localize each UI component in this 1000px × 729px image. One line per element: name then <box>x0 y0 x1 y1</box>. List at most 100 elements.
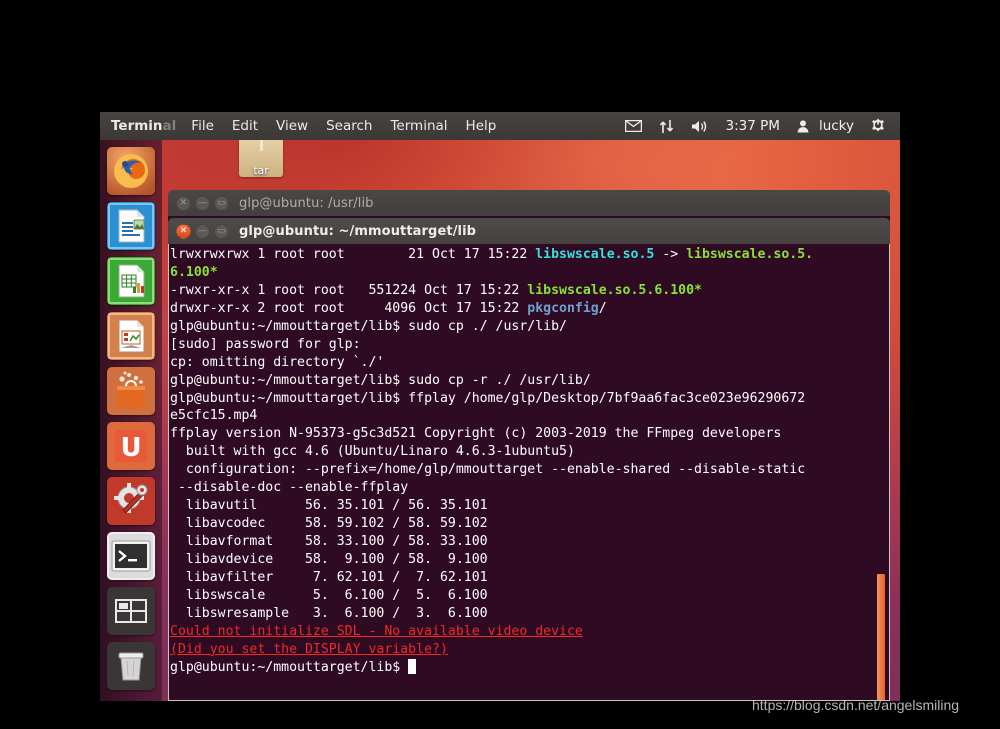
maximize-icon[interactable]: ▭ <box>214 223 229 239</box>
terminal-text-segment: libswscale 5. 6.100 / 5. 6.100 <box>170 587 488 603</box>
terminal-text-segment: (Did you set the DISPLAY variable?) <box>170 641 448 657</box>
terminal-text-segment: -rwxr-xr-x 1 root root 551224 Oct 17 15:… <box>170 282 528 298</box>
scrollbar-thumb[interactable] <box>877 574 885 700</box>
terminal-text-segment: libavcodec 58. 59.102 / 58. 59.102 <box>170 516 488 532</box>
firefox-icon <box>107 147 155 195</box>
terminal-line: [sudo] password for glp: <box>170 336 813 354</box>
terminal-text-segment: libavdevice 58. 9.100 / 58. 9.100 <box>170 551 488 567</box>
launcher-item-firefox[interactable] <box>107 147 155 195</box>
launcher-item-libreoffice-calc[interactable] <box>107 257 155 305</box>
launcher-item-trash[interactable] <box>107 642 155 690</box>
volume-icon[interactable] <box>684 119 716 134</box>
terminal-text-segment: glp@ubuntu:~/mmouttarget/lib$ <box>170 659 409 675</box>
terminal-text-segment: libswscale.so.5 <box>535 247 655 262</box>
menu-view[interactable]: View <box>267 112 317 140</box>
terminal-line: libswresample 3. 6.100 / 3. 6.100 <box>170 605 813 623</box>
desktop-wallpaper[interactable]: tar ✕ — ▭ glp@ubuntu: /usr/lib ✕ — ▭ glp… <box>100 112 900 701</box>
terminal-text-segment: libswresample 3. 6.100 / 3. 6.100 <box>170 605 488 621</box>
terminal-text-segment: libswscale.so.5. <box>686 247 814 262</box>
terminal-text-segment: pkgconfig <box>527 300 599 316</box>
menu-search[interactable]: Search <box>317 112 381 140</box>
menu-help[interactable]: Help <box>457 112 506 140</box>
panel-menu-group: Termin al File Edit View Search Terminal … <box>100 112 505 140</box>
launcher-item-workspace-switcher[interactable] <box>107 587 155 635</box>
desktop-icon-tar-archive[interactable]: tar <box>230 137 292 177</box>
terminal-icon <box>107 532 155 580</box>
terminal-line: 6.100* <box>170 264 813 282</box>
launcher-item-ubuntu-one[interactable]: U <box>107 422 155 470</box>
workspace-switcher-icon <box>107 587 155 635</box>
mail-icon[interactable] <box>618 120 649 132</box>
launcher-item-terminal[interactable] <box>107 532 155 580</box>
terminal-line: configuration: --prefix=/home/glp/mmoutt… <box>170 461 813 479</box>
unity-launcher[interactable]: U <box>100 140 162 701</box>
window-buttons-background: ✕ — ▭ <box>176 195 229 211</box>
panel-indicators: 3:37 PM lucky <box>618 118 900 134</box>
titlebar-foreground-window[interactable]: ✕ — ▭ glp@ubuntu: ~/mmouttarget/lib <box>168 218 890 244</box>
user-name[interactable]: lucky <box>819 118 860 134</box>
terminal-line: libavformat 58. 33.100 / 58. 33.100 <box>170 533 813 551</box>
panel-app-name-faded: al <box>162 118 177 134</box>
menu-terminal[interactable]: Terminal <box>381 112 456 140</box>
trash-icon <box>107 642 155 690</box>
terminal-line: libavfilter 7. 62.101 / 7. 62.101 <box>170 569 813 587</box>
terminal-line: libavdevice 58. 9.100 / 58. 9.100 <box>170 551 813 569</box>
terminal-output-text: lrwxrwxrwx 1 root root 21 Oct 17 15:22 l… <box>170 246 813 677</box>
window-title-foreground: glp@ubuntu: ~/mmouttarget/lib <box>239 223 477 239</box>
launcher-item-libreoffice-writer[interactable] <box>107 202 155 250</box>
panel-app-name[interactable]: Termin al <box>100 112 182 140</box>
terminal-content-area[interactable]: lrwxrwxrwx 1 root root 21 Oct 17 15:22 l… <box>168 244 890 701</box>
minimize-icon[interactable]: — <box>195 195 210 211</box>
launcher-item-libreoffice-impress[interactable] <box>107 312 155 360</box>
terminal-line: lrwxrwxrwx 1 root root 21 Oct 17 15:22 l… <box>170 246 813 264</box>
close-icon[interactable]: ✕ <box>176 223 191 239</box>
terminal-cursor <box>408 658 417 674</box>
top-panel[interactable]: Termin al File Edit View Search Terminal … <box>100 112 900 140</box>
close-icon[interactable]: ✕ <box>176 195 191 211</box>
terminal-text-segment: built with gcc 4.6 (Ubuntu/Linaro 4.6.3-… <box>170 444 575 460</box>
panel-app-name-text: Termin <box>111 118 163 134</box>
terminal-line: glp@ubuntu:~/mmouttarget/lib$ <box>170 658 813 677</box>
maximize-icon[interactable]: ▭ <box>214 195 229 211</box>
terminal-text-segment: configuration: --prefix=/home/glp/mmoutt… <box>170 462 806 478</box>
terminal-text-segment: libavutil 56. 35.101 / 56. 35.101 <box>170 498 488 514</box>
gear-power-icon[interactable] <box>863 118 893 134</box>
ubuntu-one-icon: U <box>107 422 155 470</box>
terminal-text-segment: Could not initialize SDL - No available … <box>170 623 583 639</box>
terminal-text-segment: libswscale.so.5.6.100* <box>527 282 702 298</box>
network-up-down-icon[interactable] <box>652 119 681 134</box>
titlebar-background-window[interactable]: ✕ — ▭ glp@ubuntu: /usr/lib <box>168 190 890 216</box>
terminal-line: glp@ubuntu:~/mmouttarget/lib$ sudo cp -r… <box>170 372 813 390</box>
screen: tar ✕ — ▭ glp@ubuntu: /usr/lib ✕ — ▭ glp… <box>0 0 1000 729</box>
terminal-line: ffplay version N-95373-g5c3d521 Copyrigh… <box>170 425 813 443</box>
minimize-icon[interactable]: — <box>195 223 210 239</box>
terminal-text-segment: / <box>598 300 607 316</box>
terminal-text-segment: libavformat 58. 33.100 / 58. 33.100 <box>170 534 488 549</box>
terminal-line: Could not initialize SDL - No available … <box>170 623 813 641</box>
terminal-text-segment: cp: omitting directory `./' <box>170 354 385 370</box>
terminal-text-segment: [sudo] password for glp: <box>170 336 361 352</box>
terminal-line: libswscale 5. 6.100 / 5. 6.100 <box>170 587 813 605</box>
terminal-text-segment: e5cfc15.mp4 <box>170 408 258 424</box>
clock[interactable]: 3:37 PM <box>719 118 787 134</box>
terminal-text-segment: glp@ubuntu:~/mmouttarget/lib$ sudo cp -r… <box>170 372 591 388</box>
svg-text:U: U <box>120 433 141 463</box>
user-account-icon[interactable] <box>790 119 816 133</box>
terminal-text-segment: 6.100* <box>170 264 218 280</box>
terminal-scrollbar[interactable] <box>875 245 888 700</box>
terminal-line: (Did you set the DISPLAY variable?) <box>170 641 813 659</box>
launcher-item-system-settings[interactable] <box>107 477 155 525</box>
terminal-line: drwxr-xr-x 2 root root 4096 Oct 17 15:22… <box>170 300 813 318</box>
window-title-background: glp@ubuntu: /usr/lib <box>239 195 374 211</box>
launcher-item-ubuntu-software-center[interactable] <box>107 367 155 415</box>
terminal-text-segment: drwxr-xr-x 2 root root 4096 Oct 17 15:22 <box>170 300 528 316</box>
watermark: https://blog.csdn.net/angelsmiling <box>752 697 960 713</box>
desktop-icon-label: tar <box>253 164 269 177</box>
menu-file[interactable]: File <box>182 112 223 140</box>
libreoffice-impress-icon <box>107 312 155 360</box>
terminal-window-foreground[interactable]: ✕ — ▭ glp@ubuntu: ~/mmouttarget/lib lrwx… <box>168 218 890 701</box>
window-buttons-foreground: ✕ — ▭ <box>176 223 229 239</box>
terminal-line: -rwxr-xr-x 1 root root 551224 Oct 17 15:… <box>170 282 813 300</box>
terminal-text-segment: -> <box>654 247 687 262</box>
menu-edit[interactable]: Edit <box>223 112 267 140</box>
